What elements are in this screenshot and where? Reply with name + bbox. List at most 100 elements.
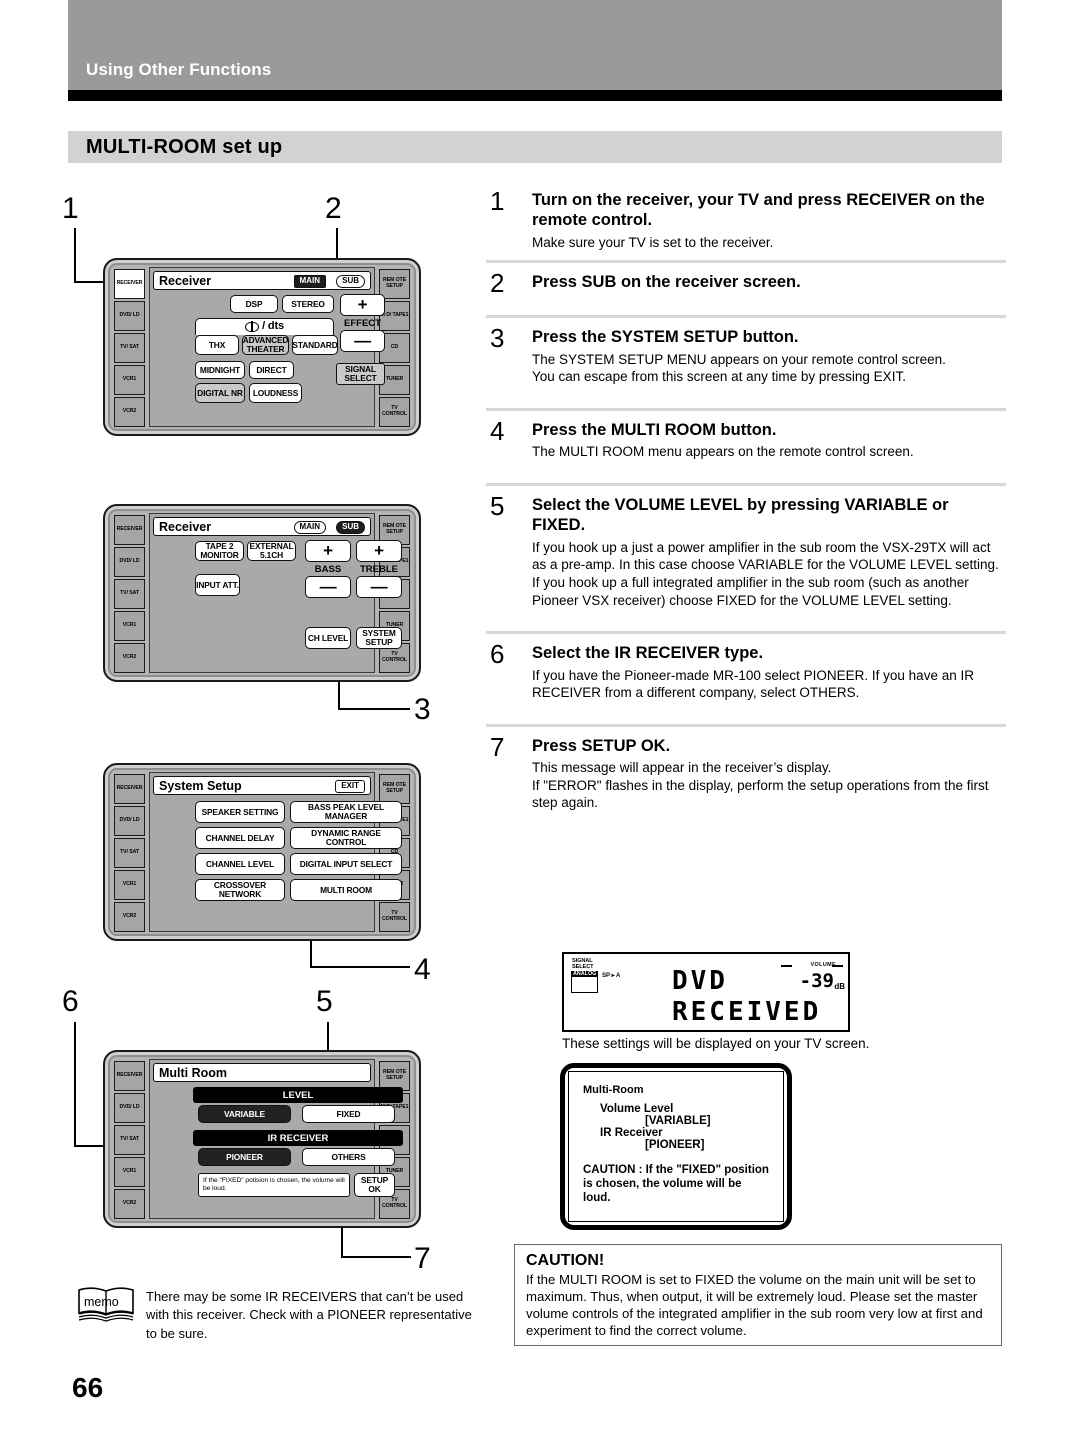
label-bass: BASS [314,564,342,575]
tv-ir-receiver-label: IR Receiver [600,1127,663,1139]
menu-crossover-network[interactable]: CROSSOVER NETWORK [195,879,285,901]
menu-bass-peak-level-manager[interactable]: BASS PEAK LEVEL MANAGER [290,801,402,823]
button-effect-plus[interactable]: + [340,294,385,316]
source-button-vcr2[interactable]: VCR2 [114,902,145,932]
button-input-att[interactable]: INPUT ATT. [195,574,240,596]
button-ch-level[interactable]: CH LEVEL [305,627,351,649]
button-exit[interactable]: EXIT [335,780,365,793]
option-level-fixed[interactable]: FIXED [302,1105,395,1123]
menu-speaker-setting[interactable]: SPEAKER SETTING [195,801,285,823]
step-4-number: 4 [490,416,505,446]
source-button-tv-control[interactable]: TV CONTROL [379,902,410,932]
button-standard[interactable]: STANDARD [292,335,338,355]
step-1-body: Make sure your TV is set to the receiver… [532,234,774,250]
tv-title: Multi-Room [583,1084,644,1096]
source-button-tv-control[interactable]: TV CONTROL [379,397,410,427]
source-button-dvd-ld[interactable]: DVD/ LD [114,1093,145,1123]
button-external-51ch[interactable]: EXTERNAL 5.1CH [247,541,296,561]
source-button-receiver[interactable]: RECEIVER [114,1061,145,1091]
multi-room-warning-text: If the "FIXED" potision is chosen, the v… [198,1173,350,1197]
remote1-title: Receiver [159,273,212,288]
option-ir-pioneer[interactable]: PIONEER [198,1148,291,1166]
source-button-vcr1[interactable]: VCR1 [114,611,145,641]
running-head-title: Using Other Functions [86,60,272,79]
step-4: 4 Press the MULTI ROOM button. The MULTI… [486,416,1006,461]
button-setup-ok[interactable]: SETUP OK [354,1173,395,1197]
button-tape2-monitor[interactable]: TAPE 2 MONITOR [195,541,244,561]
button-signal-select[interactable]: SIGNAL SELECT [336,363,385,385]
remote1-lcd-screen: Receiver MAIN SUB DSP STEREO + EFFECT — … [149,267,385,427]
menu-digital-input-select[interactable]: DIGITAL INPUT SELECT [290,853,402,875]
step-4-body: The MULTI ROOM menu appears on the remot… [532,444,914,460]
callout-3: 3 [414,693,431,726]
button-thx[interactable]: THX [195,335,239,355]
step-6-body: If you have the Pioneer-made MR-100 sele… [532,667,974,701]
source-button-vcr2[interactable]: VCR2 [114,1189,145,1219]
source-button-remote-setup[interactable]: REM OTE SETUP [379,269,410,299]
step-4-heading: Press the MULTI ROOM button. [532,421,777,439]
pill-sub[interactable]: SUB [336,275,365,288]
remote3-title: System Setup [159,778,242,793]
menu-channel-delay[interactable]: CHANNEL DELAY [195,827,285,849]
display-analog-label: ANALOG [572,971,598,977]
step-1-heading: Turn on the receiver, your TV and press … [532,191,985,230]
button-treble-minus[interactable]: — [356,576,402,598]
button-dsp[interactable]: DSP [230,295,278,313]
pill-main[interactable]: MAIN [293,521,326,534]
source-button-receiver[interactable]: RECEIVER [114,515,145,545]
callout-7: 7 [414,1242,431,1275]
step-separator [486,260,1006,264]
source-button-receiver[interactable]: RECEIVER [114,269,145,299]
button-advanced-theater[interactable]: ADVANCED THEATER [242,335,289,355]
tv-screen-illustration: Multi-Room Volume Level [VARIABLE] IR Re… [560,1063,792,1230]
button-bass-plus[interactable]: + [305,540,351,562]
source-button-dvd-ld[interactable]: DVD/ LD [114,547,145,577]
source-button-vcr2[interactable]: VCR2 [114,643,145,673]
step-1-number: 1 [490,186,505,216]
button-digital-nr[interactable]: DIGITAL NR [195,383,245,403]
button-midnight[interactable]: MIDNIGHT [195,361,245,379]
source-button-dvd-ld[interactable]: DVD/ LD [114,301,145,331]
step-5-heading: Select the VOLUME LEVEL by pressing VARI… [532,496,949,535]
source-button-vcr2[interactable]: VCR2 [114,397,145,427]
source-button-tv-sat[interactable]: TV/ SAT [114,838,145,868]
button-stereo[interactable]: STEREO [282,295,334,313]
source-button-tv-sat[interactable]: TV/ SAT [114,1125,145,1155]
menu-dynamic-range-control[interactable]: DYNAMIC RANGE CONTROL [290,827,402,849]
button-system-setup[interactable]: SYSTEM SETUP [356,627,402,649]
tv-screen-content: Multi-Room Volume Level [VARIABLE] IR Re… [568,1071,784,1222]
button-bass-minus[interactable]: — [305,576,351,598]
source-button-tv-sat[interactable]: TV/ SAT [114,333,145,363]
group-header-ir-receiver: IR RECEIVER [193,1130,403,1146]
source-button-tv-sat[interactable]: TV/ SAT [114,579,145,609]
menu-multi-room[interactable]: MULTI ROOM [290,879,402,901]
button-direct[interactable]: DIRECT [249,361,294,379]
remote-diagram-system-setup: RECEIVER DVD/ LD TV/ SAT VCR1 VCR2 Syste… [103,763,421,941]
step-2-number: 2 [490,268,505,299]
menu-channel-level[interactable]: CHANNEL LEVEL [195,853,285,875]
button-treble-plus[interactable]: + [356,540,402,562]
display-volume-unit: dB [834,982,845,991]
callout-2: 2 [325,192,342,225]
button-loudness[interactable]: LOUDNESS [249,383,302,403]
button-effect-minus[interactable]: — [340,330,385,352]
source-button-receiver[interactable]: RECEIVER [114,774,145,804]
remote-diagram-receiver-main: RECEIVER DVD/ LD TV/ SAT VCR1 VCR2 Recei… [103,258,421,436]
pill-main[interactable]: MAIN [293,275,326,288]
option-level-variable[interactable]: VARIABLE [198,1105,291,1123]
display-caption: These settings will be displayed on your… [562,1036,870,1051]
source-button-vcr1[interactable]: VCR1 [114,1157,145,1187]
source-button-vcr1[interactable]: VCR1 [114,870,145,900]
pill-sub[interactable]: SUB [336,521,365,534]
remote4-title: Multi Room [159,1065,228,1080]
dolby-dts-text: / dts [262,320,284,333]
source-button-vcr1[interactable]: VCR1 [114,365,145,395]
callout-1: 1 [62,192,79,225]
option-ir-others[interactable]: OTHERS [302,1148,395,1166]
source-button-dvd-ld[interactable]: DVD/ LD [114,806,145,836]
volume-dash-left [781,965,792,967]
group-header-level: LEVEL [193,1087,403,1103]
tv-volume-level-label: Volume Level [600,1103,674,1115]
source-button-remote-setup[interactable]: REM OTE SETUP [379,774,410,804]
step-separator [486,483,1006,486]
